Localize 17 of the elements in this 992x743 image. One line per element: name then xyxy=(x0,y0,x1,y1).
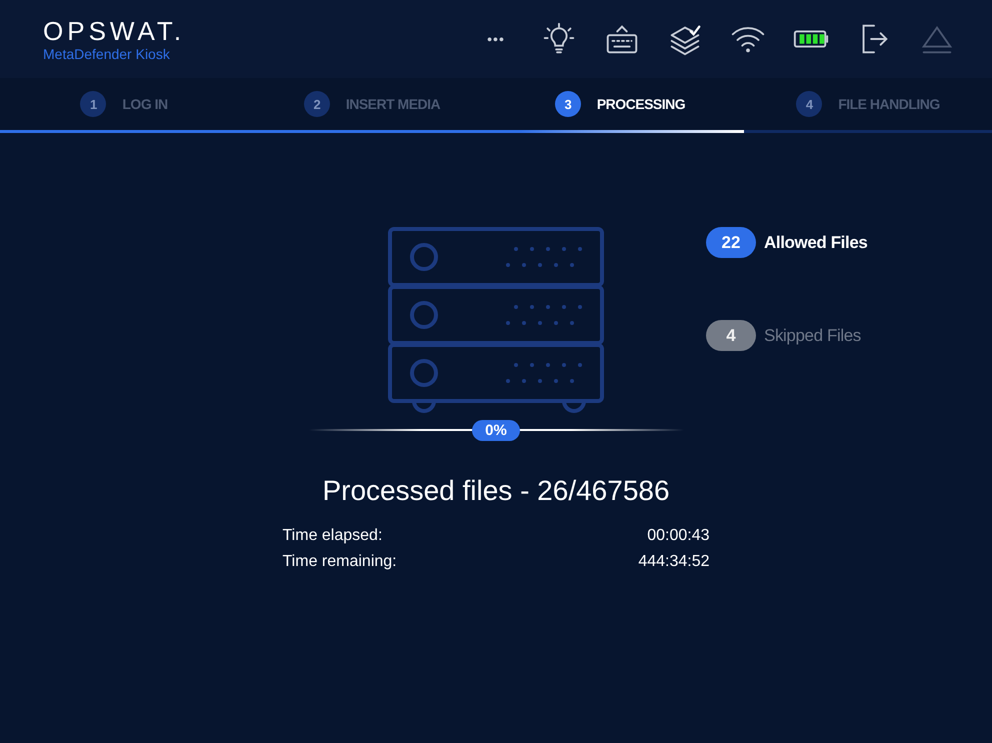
processed-files-title: Processed files - 26/467586 xyxy=(322,475,670,507)
step-tab[interactable]: 4 FILE HANDLING xyxy=(744,78,992,130)
progress-percent: 0% xyxy=(472,420,520,440)
step-tab[interactable]: 3 PROCESSING xyxy=(496,78,744,130)
step-tab[interactable]: 1 LOG IN xyxy=(0,78,248,130)
more-button[interactable]: ••• xyxy=(477,20,515,58)
time-label: Time elapsed: xyxy=(282,526,382,546)
counter-label: Skipped Files xyxy=(764,326,861,346)
step-tab[interactable]: 2 INSERT MEDIA xyxy=(248,78,496,130)
product-name: MetaDefender Kiosk xyxy=(43,46,171,62)
count-badge: 4 xyxy=(706,320,756,351)
logo: OPSWAT. xyxy=(43,16,186,46)
counter-label: Allowed Files xyxy=(764,232,868,252)
count-badge: 22 xyxy=(706,227,756,258)
time-value: 00:00:43 xyxy=(647,526,710,546)
time-value: 444:34:52 xyxy=(638,552,710,572)
time-label: Time remaining: xyxy=(282,552,397,572)
